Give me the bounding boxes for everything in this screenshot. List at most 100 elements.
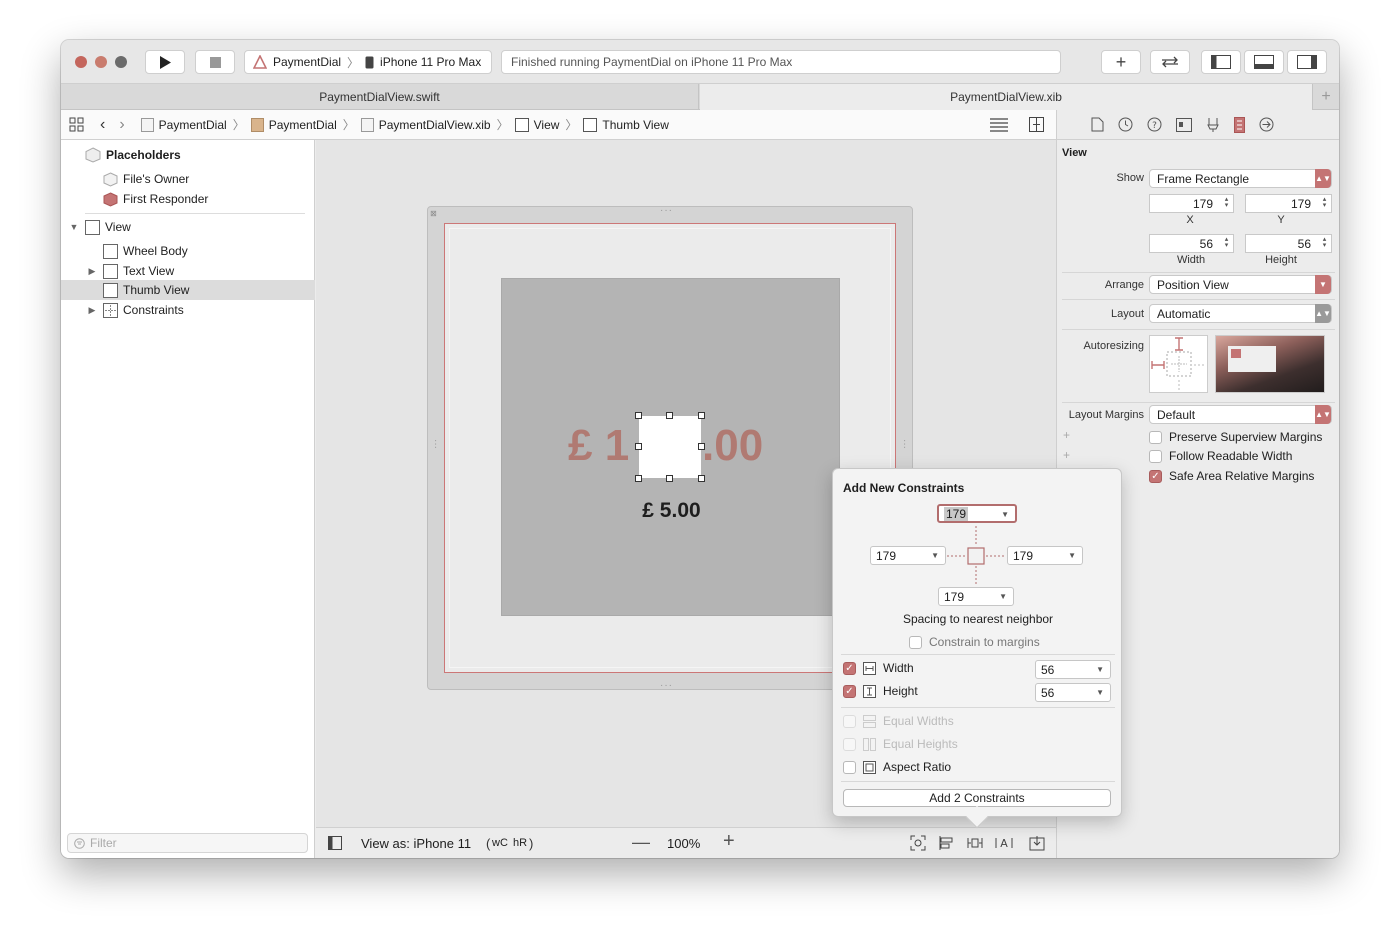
file-inspector-icon[interactable]	[1091, 117, 1104, 132]
align-icon[interactable]	[938, 835, 954, 851]
outline-filter-field[interactable]: Filter	[67, 833, 308, 853]
attributes-inspector-icon[interactable]	[1206, 117, 1220, 133]
outline-placeholders[interactable]: Placeholders	[61, 145, 315, 165]
resize-handle[interactable]	[666, 475, 673, 482]
dropdown-arrow-icon[interactable]: ▼	[931, 551, 939, 560]
tab-xib[interactable]: PaymentDialView.xib	[700, 84, 1312, 110]
minimize-button[interactable]	[95, 56, 107, 68]
outline-text-view[interactable]: ▶ Text View	[61, 261, 315, 281]
breadcrumb-project[interactable]: PaymentDial	[140, 117, 227, 132]
thumb-view[interactable]	[635, 412, 705, 482]
scene-close-icon[interactable]: ⊠	[430, 209, 437, 218]
resize-handle[interactable]	[666, 412, 673, 419]
dropdown-arrow-icon[interactable]: ▼	[1068, 551, 1076, 560]
scene-handle-bottom[interactable]: ···	[660, 680, 673, 691]
toggle-inspector-button[interactable]	[1287, 50, 1327, 74]
width-value-field[interactable]: 56 ▼	[1035, 660, 1111, 679]
forward-chevron-icon[interactable]: ›	[119, 116, 124, 134]
run-button[interactable]	[145, 50, 185, 74]
show-popup[interactable]: Frame Rectangle ▲▼	[1149, 169, 1332, 188]
amount-label[interactable]: £ 5.00	[502, 499, 841, 523]
code-review-button[interactable]	[1150, 50, 1190, 74]
add-new-constraints-icon[interactable]	[967, 835, 983, 851]
layout-popup[interactable]: Automatic ▲▼	[1149, 304, 1332, 323]
resize-handle[interactable]	[635, 443, 642, 450]
embed-in-icon[interactable]	[1029, 835, 1045, 851]
scheme-selector[interactable]: PaymentDial 〉 iPhone 11 Pro Max	[244, 50, 492, 74]
breadcrumb-xib[interactable]: PaymentDialView.xib	[360, 117, 491, 132]
size-inspector-icon[interactable]	[1234, 116, 1245, 133]
autoresizing-mask-control[interactable]	[1149, 335, 1208, 393]
stepper-icon[interactable]: ▴ ▾	[1320, 196, 1329, 210]
x-field[interactable]: 179 ▴ ▾	[1149, 194, 1234, 213]
dropdown-arrow-icon[interactable]: ▼	[1096, 688, 1104, 697]
disclosure-closed-icon[interactable]: ▶	[87, 305, 97, 316]
zoom-in-button[interactable]: +	[723, 830, 735, 853]
toggle-debug-button[interactable]	[1244, 50, 1284, 74]
dropdown-arrow-icon[interactable]: ▼	[1096, 665, 1104, 674]
resize-handle[interactable]	[635, 412, 642, 419]
identity-inspector-icon[interactable]	[1176, 117, 1192, 132]
preserve-margins-checkbox[interactable]: Preserve Superview Margins	[1149, 430, 1322, 444]
outline-thumb-view[interactable]: Thumb View	[61, 280, 315, 300]
outline-files-owner[interactable]: File's Owner	[61, 169, 315, 189]
stepper-icon[interactable]: ▴ ▾	[1222, 196, 1231, 210]
scene-handle-top[interactable]: ···	[660, 205, 673, 216]
top-spacing-field[interactable]: 179 ▼	[937, 504, 1017, 523]
height-field[interactable]: 56 ▴ ▾	[1245, 234, 1332, 253]
constrain-margins-checkbox[interactable]: Constrain to margins	[909, 635, 1040, 649]
add-constraints-button[interactable]: Add 2 Constraints	[843, 789, 1111, 807]
layout-margins-popup[interactable]: Default ▲▼	[1149, 405, 1332, 424]
quick-help-icon[interactable]: ?	[1147, 117, 1162, 132]
outline-first-responder[interactable]: First Responder	[61, 189, 315, 209]
stepper-icon[interactable]: ▴ ▾	[1320, 236, 1329, 250]
width-field[interactable]: 56 ▴ ▾	[1149, 234, 1234, 253]
root-view[interactable]: £ 1 .00 £ 5.00	[444, 223, 896, 673]
scene-handle-left[interactable]: ···	[430, 439, 441, 449]
arrange-popup[interactable]: Position View ▼	[1149, 275, 1332, 294]
height-value-field[interactable]: 56 ▼	[1035, 683, 1111, 702]
zoom-out-button[interactable]: —	[632, 832, 650, 853]
stop-button[interactable]	[195, 50, 235, 74]
close-button[interactable]	[75, 56, 87, 68]
breadcrumb-thumb-view[interactable]: Thumb View	[583, 117, 669, 132]
stepper-icon[interactable]: ▴ ▾	[1222, 236, 1231, 250]
outline-constraints[interactable]: ▶ Constraints	[61, 300, 315, 320]
wheel-body-view[interactable]: £ 1 .00 £ 5.00	[501, 278, 840, 616]
resolve-layout-issues-icon[interactable]: A	[995, 835, 1013, 851]
resize-handle[interactable]	[635, 475, 642, 482]
related-items-grid-icon[interactable]	[69, 117, 84, 132]
zoom-button[interactable]	[115, 56, 127, 68]
update-frames-icon[interactable]	[910, 835, 926, 851]
width-constraint-row[interactable]: ✓ Width	[843, 661, 914, 675]
resize-handle[interactable]	[698, 475, 705, 482]
scene-handle-right[interactable]: ···	[899, 439, 910, 449]
add-margin-variation-button[interactable]: +	[1063, 428, 1070, 442]
resize-handle[interactable]	[698, 443, 705, 450]
toggle-navigator-button[interactable]	[1201, 50, 1241, 74]
aspect-ratio-row[interactable]: Aspect Ratio	[843, 760, 951, 774]
constraint-struts-diagram[interactable]	[946, 524, 1006, 588]
y-field[interactable]: 179 ▴ ▾	[1245, 194, 1332, 213]
height-constraint-row[interactable]: ✓ Height	[843, 684, 918, 698]
outline-wheel-body[interactable]: Wheel Body	[61, 241, 315, 261]
tab-swift[interactable]: PaymentDialView.swift	[61, 84, 699, 110]
history-inspector-icon[interactable]	[1118, 117, 1133, 132]
resize-handle[interactable]	[698, 412, 705, 419]
right-spacing-field[interactable]: 179 ▼	[1007, 546, 1083, 565]
library-button[interactable]: +	[1101, 50, 1141, 74]
back-chevron-icon[interactable]: ‹	[100, 116, 105, 134]
dropdown-arrow-icon[interactable]: ▼	[1001, 510, 1009, 519]
dropdown-arrow-icon[interactable]: ▼	[999, 592, 1007, 601]
add-editor-icon[interactable]	[1029, 117, 1044, 132]
breadcrumb-folder[interactable]: PaymentDial	[250, 117, 337, 132]
left-spacing-field[interactable]: 179 ▼	[870, 546, 946, 565]
bottom-spacing-field[interactable]: 179 ▼	[938, 587, 1014, 606]
disclosure-open-icon[interactable]: ▼	[69, 222, 79, 232]
show-outline-icon[interactable]	[328, 836, 342, 850]
connections-inspector-icon[interactable]	[1259, 117, 1274, 132]
disclosure-closed-icon[interactable]: ▶	[87, 266, 97, 277]
safe-area-checkbox[interactable]: ✓ Safe Area Relative Margins	[1149, 469, 1314, 483]
view-as-device[interactable]: View as: iPhone 11	[361, 836, 471, 851]
breadcrumb-view[interactable]: View	[514, 117, 559, 132]
